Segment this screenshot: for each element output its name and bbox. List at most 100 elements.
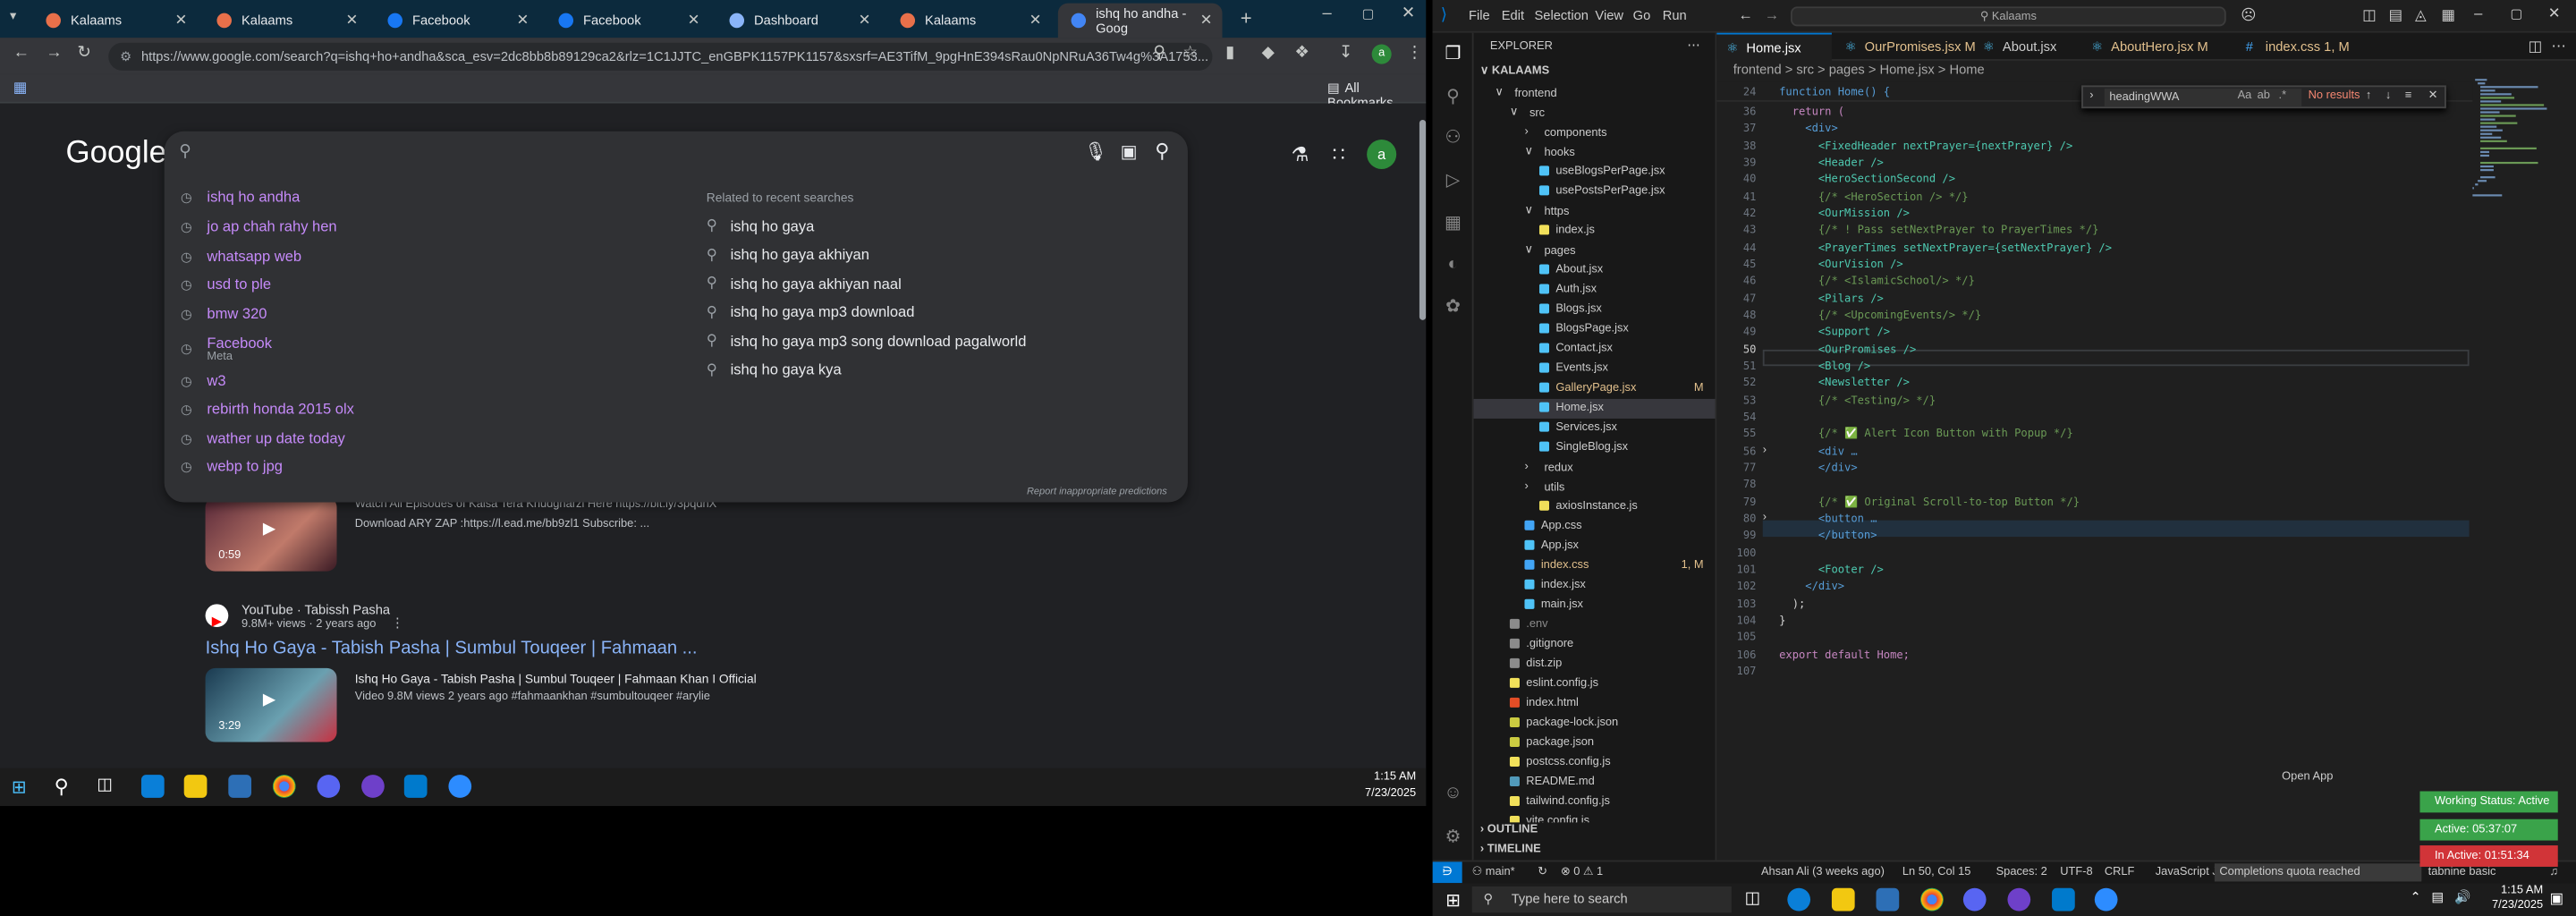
end-of-line[interactable]: CRLF xyxy=(2105,861,2135,883)
browser-tab[interactable]: ishq ho andha - Goog ✕ xyxy=(1057,3,1223,38)
windows-start-icon[interactable]: ⊞ xyxy=(1445,890,1461,911)
voice-search-icon[interactable]: 🎙 xyxy=(1084,141,1107,163)
location-icon[interactable]: ⚲ xyxy=(1153,45,1165,63)
code-line[interactable]: {/* <Testing/> */} xyxy=(1779,394,1936,407)
suggestion-item[interactable]: ◷ bmw 320 xyxy=(181,305,267,321)
file-item[interactable]: package-lock.json xyxy=(1474,714,1716,734)
related-search-item[interactable]: ⚲ ishq ho gaya mp3 song download pagalwor… xyxy=(707,332,1027,350)
file-item[interactable]: Home.jsx xyxy=(1473,398,1716,419)
match-case-icon[interactable]: Aa xyxy=(2238,87,2252,106)
find-in-selection-icon[interactable]: ≡ xyxy=(2405,87,2412,106)
toggle-secondary-sidebar-icon[interactable]: ◬ xyxy=(2415,6,2427,24)
profile-avatar[interactable]: a xyxy=(1371,44,1392,64)
source-control-icon[interactable]: ⚇ xyxy=(1443,126,1464,148)
close-tab-icon[interactable]: ✕ xyxy=(346,12,359,30)
command-center-search[interactable]: ⚲ Kalaams xyxy=(1791,6,2226,27)
extension-icon-2[interactable]: ◆ xyxy=(1262,45,1275,63)
file-item[interactable]: Services.jsx xyxy=(1474,419,1716,438)
browser-tab[interactable]: Kalaams ✕ xyxy=(887,4,1052,38)
code-line[interactable]: <Footer /> xyxy=(1779,563,1884,576)
google-account-avatar[interactable]: a xyxy=(1367,139,1397,170)
result-title-link[interactable]: Ishq Ho Gaya - Tabish Pasha | Sumbul Tou… xyxy=(206,639,698,658)
extensions-icon[interactable]: ▦ xyxy=(1443,212,1464,233)
editor-tab[interactable]: ⚛ OurPromises.jsx M xyxy=(1835,33,1976,61)
editor-more-icon[interactable]: ⋯ xyxy=(2551,38,2566,55)
fold-chevron-icon[interactable]: › xyxy=(1763,512,1767,523)
page-scrollbar[interactable] xyxy=(1419,119,1427,320)
tab-search-icon[interactable]: ▾ xyxy=(10,8,16,23)
file-item[interactable]: dist.zip xyxy=(1474,655,1716,674)
download-icon[interactable]: ↧ xyxy=(1339,45,1352,63)
file-item[interactable]: postcss.config.js xyxy=(1474,753,1716,773)
menu-file[interactable]: File xyxy=(1469,8,1490,23)
menu-kebab-icon[interactable]: ⋮ xyxy=(1406,45,1422,63)
report-predictions-link[interactable]: Report inappropriate predictions xyxy=(1027,488,1167,497)
edge-icon[interactable] xyxy=(140,775,165,798)
file-item[interactable]: Contact.jsx xyxy=(1474,340,1716,360)
nav-back-icon[interactable]: ← xyxy=(1738,6,1753,22)
code-line[interactable]: <Blog /> xyxy=(1779,360,1870,373)
close-tab-icon[interactable]: ✕ xyxy=(1200,12,1213,30)
code-line[interactable]: <HeroSectionSecond /> xyxy=(1779,173,1955,186)
completions-quota[interactable]: Completions quota reached xyxy=(2214,863,2422,882)
forward-icon[interactable]: → xyxy=(46,45,62,63)
file-item[interactable]: package.json xyxy=(1474,734,1716,753)
search-input[interactable] xyxy=(203,144,1026,171)
app-icon[interactable] xyxy=(317,775,341,798)
vscode-taskbar-icon[interactable] xyxy=(403,775,428,798)
code-line[interactable]: {/* <UpcomingEvents/> */} xyxy=(1779,309,1981,322)
close-find-icon[interactable]: ✕ xyxy=(2428,87,2438,106)
related-search-item[interactable]: ⚲ ishq ho gaya xyxy=(707,216,815,234)
file-item[interactable]: index.html xyxy=(1474,694,1716,714)
back-icon[interactable]: ← xyxy=(13,45,30,63)
folder-item[interactable]: ∨ https xyxy=(1474,202,1716,222)
google-logo[interactable]: Google xyxy=(65,136,166,172)
regex-icon[interactable]: .* xyxy=(2279,87,2287,106)
code-line[interactable]: </button> xyxy=(1779,529,1877,542)
vscode-taskbar-icon[interactable] xyxy=(2052,887,2075,912)
search-icon[interactable]: ⚲ xyxy=(1443,85,1464,106)
github-icon[interactable] xyxy=(2007,887,2031,912)
network-icon[interactable]: ▤ xyxy=(2431,890,2444,905)
open-app-button[interactable]: Open App xyxy=(2282,771,2333,783)
file-item[interactable]: axiosInstance.js xyxy=(1474,497,1716,517)
find-input[interactable]: headingWWA xyxy=(2104,89,2302,107)
close-window-icon[interactable]: ✕ xyxy=(1402,5,1415,23)
code-line[interactable]: {/* <IslamicSchool/> */} xyxy=(1779,275,1975,288)
file-item[interactable]: App.css xyxy=(1474,517,1716,537)
code-line[interactable]: ); xyxy=(1779,597,1806,610)
code-line[interactable]: <FixedHeader nextPrayer={nextPrayer} /> xyxy=(1779,139,2072,152)
manage-gear-icon[interactable]: ⚙ xyxy=(1443,826,1464,847)
minimize-icon[interactable]: – xyxy=(1323,5,1332,23)
clock-time[interactable]: 1:15 AM xyxy=(2478,885,2543,896)
file-item[interactable]: SingleBlog.jsx xyxy=(1474,438,1716,458)
split-editor-icon[interactable]: ◫ xyxy=(2529,38,2543,55)
editor-tab[interactable]: # index.css 1, M xyxy=(2236,33,2384,61)
outline-section[interactable]: › OUTLINE xyxy=(1480,824,1538,835)
taskbar-search-icon[interactable]: ⚲ xyxy=(55,775,69,798)
account-icon[interactable]: ☺ xyxy=(1443,783,1464,804)
code-line[interactable]: <div> xyxy=(1779,122,1837,135)
file-item[interactable]: usePostsPerPage.jsx xyxy=(1474,182,1716,202)
folder-item[interactable]: ∨ frontend xyxy=(1474,84,1716,104)
close-tab-icon[interactable]: ✕ xyxy=(688,12,700,30)
previous-match-icon[interactable]: ↑ xyxy=(2366,87,2371,106)
close-icon[interactable]: ✕ xyxy=(2548,5,2561,23)
zoom-icon[interactable] xyxy=(2094,887,2118,912)
code-line[interactable]: <Pilars /> xyxy=(1779,292,1884,305)
folder-item[interactable]: › components xyxy=(1474,123,1716,143)
mongodb-leaf-icon[interactable]: ✿ xyxy=(1443,295,1464,317)
extension-icon[interactable]: ▮ xyxy=(1225,45,1234,63)
task-view-icon[interactable]: ◫ xyxy=(97,776,112,794)
code-line[interactable]: </div> xyxy=(1779,580,1844,593)
file-item[interactable]: .gitignore xyxy=(1474,635,1716,655)
code-line[interactable]: <OurVision /> xyxy=(1779,258,1903,271)
file-item[interactable]: README.md xyxy=(1474,773,1716,793)
file-explorer-icon[interactable] xyxy=(1831,887,1855,912)
menu-edit[interactable]: Edit xyxy=(1502,8,1524,23)
file-item[interactable]: About.jsx xyxy=(1474,261,1716,281)
file-item[interactable]: eslint.config.js xyxy=(1474,674,1716,694)
video-thumbnail-1[interactable]: ▶ 0:59 xyxy=(205,497,337,572)
git-branch[interactable]: ⚇ main* xyxy=(1472,861,1515,883)
toggle-panel-icon[interactable]: ▤ xyxy=(2389,6,2403,24)
